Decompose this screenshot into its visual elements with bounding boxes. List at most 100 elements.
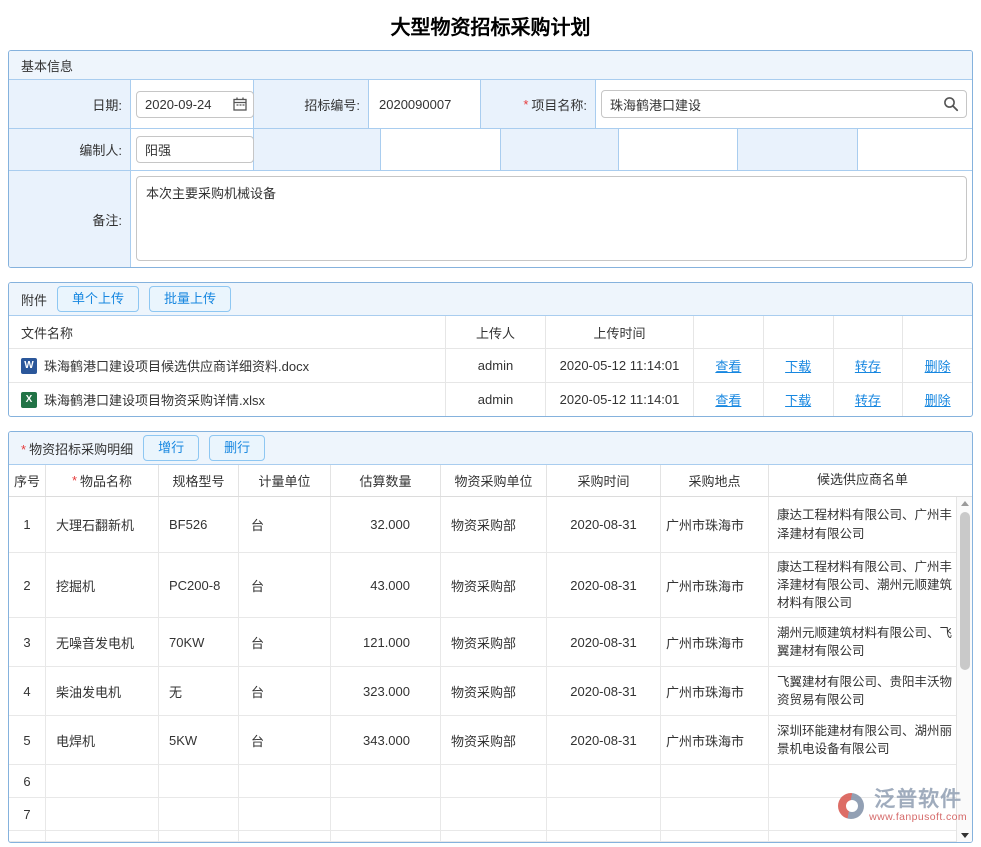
add-row-button[interactable]: 增行 (143, 435, 199, 461)
purchase-place-cell: 广州市珠海市 (661, 716, 769, 764)
table-row[interactable]: 4 柴油发电机 无 台 323.000 物资采购部 2020-08-31 广州市… (9, 667, 972, 716)
column-header-quantity: 估算数量 (331, 465, 441, 496)
column-header-upload-time: 上传时间 (546, 316, 694, 348)
purchase-dept-cell: 物资采购部 (441, 716, 547, 764)
empty-cell (769, 831, 972, 841)
file-name: 珠海鹤港口建设项目候选供应商详细资料.docx (44, 356, 309, 375)
bid-number-value: 2020090007 (369, 97, 451, 112)
delete-link[interactable]: 删除 (925, 356, 951, 375)
unit-cell: 台 (239, 618, 331, 666)
quantity-cell: 121.000 (331, 618, 441, 666)
column-header-purchase-dept: 物资采购单位 (441, 465, 547, 496)
remark-cell: 本次主要采购机械设备 (131, 171, 972, 267)
purchase-place-cell (661, 798, 769, 830)
scroll-down-button[interactable] (957, 829, 973, 842)
purchase-time-cell: 2020-08-31 (547, 716, 661, 764)
bid-number-label: 招标编号: (254, 80, 369, 128)
compiler-input[interactable] (136, 136, 254, 163)
download-link[interactable]: 下载 (785, 356, 811, 375)
purchase-dept-cell: 物资采购部 (441, 667, 547, 715)
item-name-cell: 柴油发电机 (46, 667, 159, 715)
scrollbar-thumb[interactable] (960, 512, 970, 670)
quantity-cell: 32.000 (331, 497, 441, 552)
basic-info-section: 基本信息 日期: 招标编号: 2020090007 * (8, 50, 973, 268)
empty-cell (441, 831, 547, 841)
item-name-cell: 挖掘机 (46, 553, 159, 617)
purchase-time-cell: 2020-08-31 (547, 618, 661, 666)
seq-cell: 1 (9, 497, 46, 552)
scroll-up-button[interactable] (957, 497, 973, 510)
column-header-action (903, 316, 972, 348)
unit-cell (239, 765, 331, 797)
save-as-link[interactable]: 转存 (855, 390, 881, 409)
attachments-section: 附件 单个上传 批量上传 文件名称 上传人 上传时间 W 珠海鹤港口建设项目候选… (8, 282, 973, 417)
table-row[interactable]: 5 电焊机 5KW 台 343.000 物资采购部 2020-08-31 广州市… (9, 716, 972, 765)
empty-cell (547, 831, 661, 841)
calendar-icon[interactable] (233, 97, 247, 111)
batch-upload-button[interactable]: 批量上传 (149, 286, 231, 312)
file-name-cell: W 珠海鹤港口建设项目候选供应商详细资料.docx (9, 349, 446, 382)
table-row[interactable]: 3 无噪音发电机 70KW 台 121.000 物资采购部 2020-08-31… (9, 618, 972, 667)
project-name-label-cell: * 项目名称: (481, 80, 596, 128)
table-row[interactable]: 2 挖掘机 PC200-8 台 43.000 物资采购部 2020-08-31 … (9, 553, 972, 618)
search-icon[interactable] (943, 96, 959, 112)
bid-number-value-cell: 2020090007 (369, 80, 481, 128)
model-cell: 5KW (159, 716, 239, 764)
detail-title: *物资招标采购明细 (21, 439, 133, 458)
word-file-icon: W (21, 358, 37, 374)
project-name-label: 项目名称: (531, 95, 587, 114)
table-row[interactable]: 7 (9, 798, 972, 831)
purchase-dept-cell: 物资采购部 (441, 553, 547, 617)
remark-textarea[interactable]: 本次主要采购机械设备 (136, 176, 967, 261)
file-name: 珠海鹤港口建设项目物资采购详情.xlsx (44, 390, 265, 409)
column-header-uploader: 上传人 (446, 316, 546, 348)
attachments-table-header: 文件名称 上传人 上传时间 (9, 315, 972, 348)
column-header-purchase-time: 采购时间 (547, 465, 661, 496)
view-link[interactable]: 查看 (715, 390, 741, 409)
excel-file-icon: X (21, 392, 37, 408)
seq-cell: 5 (9, 716, 46, 764)
upload-time-cell: 2020-05-12 11:14:01 (546, 383, 694, 416)
purchase-place-cell: 广州市珠海市 (661, 553, 769, 617)
purchase-time-cell (547, 798, 661, 830)
purchase-place-cell: 广州市珠海市 (661, 497, 769, 552)
empty-cell (159, 831, 239, 841)
table-row[interactable]: 6 (9, 765, 972, 798)
upload-time-cell: 2020-05-12 11:14:01 (546, 349, 694, 382)
arrow-up-icon (961, 501, 969, 506)
suppliers-cell (769, 798, 972, 830)
table-row[interactable]: 1 大理石翻新机 BF526 台 32.000 物资采购部 2020-08-31… (9, 497, 972, 553)
required-mark: * (72, 473, 77, 488)
delete-link[interactable]: 删除 (925, 390, 951, 409)
purchase-place-cell: 广州市珠海市 (661, 618, 769, 666)
page-title: 大型物资招标采购计划 (0, 0, 981, 50)
empty-cell (661, 831, 769, 841)
delete-row-button[interactable]: 删行 (209, 435, 265, 461)
project-name-input[interactable] (601, 90, 967, 118)
download-link[interactable]: 下载 (785, 390, 811, 409)
model-cell: BF526 (159, 497, 239, 552)
view-link[interactable]: 查看 (715, 356, 741, 375)
quantity-cell: 323.000 (331, 667, 441, 715)
save-as-link[interactable]: 转存 (855, 356, 881, 375)
column-header-action (694, 316, 764, 348)
column-header-action (834, 316, 904, 348)
empty-cell (239, 831, 331, 841)
column-header-file-name: 文件名称 (9, 316, 446, 348)
unit-cell: 台 (239, 667, 331, 715)
single-upload-button[interactable]: 单个上传 (57, 286, 139, 312)
seq-cell: 2 (9, 553, 46, 617)
column-header-suppliers: 候选供应商名单 (769, 465, 972, 496)
empty-cell (9, 831, 46, 841)
vertical-scrollbar[interactable] (956, 497, 972, 842)
empty-cell (501, 129, 619, 170)
empty-cell (858, 129, 972, 170)
unit-cell (239, 798, 331, 830)
column-header-action (764, 316, 834, 348)
model-cell (159, 765, 239, 797)
purchase-dept-cell (441, 765, 547, 797)
seq-cell: 6 (9, 765, 46, 797)
attachments-header: 附件 单个上传 批量上传 (9, 283, 972, 315)
unit-cell: 台 (239, 497, 331, 552)
empty-cell (331, 831, 441, 841)
